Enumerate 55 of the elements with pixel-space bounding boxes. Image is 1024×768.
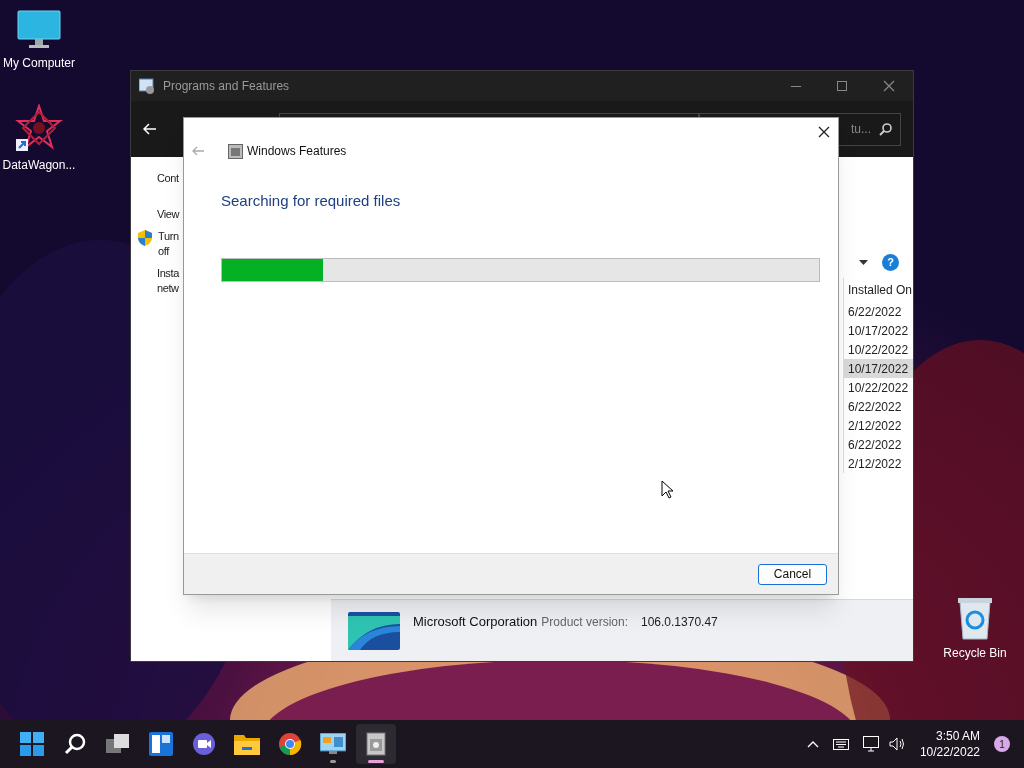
publisher-name: Microsoft Corporation bbox=[413, 613, 538, 631]
video-chat-icon bbox=[192, 732, 216, 756]
sidebar-link[interactable]: Turn off bbox=[158, 229, 184, 259]
app-logo-icon bbox=[348, 612, 400, 650]
desktop-icon-label[interactable]: DataWagon... bbox=[2, 156, 76, 174]
table-cell[interactable]: 2/12/2022 bbox=[844, 454, 913, 473]
folder-icon bbox=[234, 733, 260, 755]
close-icon[interactable] bbox=[818, 126, 830, 138]
network-icon[interactable] bbox=[862, 736, 881, 752]
table-cell[interactable]: 2/12/2022 bbox=[844, 416, 913, 435]
star-shortcut-icon bbox=[15, 104, 63, 152]
chevron-up-icon[interactable] bbox=[806, 740, 819, 748]
notification-badge[interactable]: 1 bbox=[994, 736, 1010, 752]
monitor-icon bbox=[17, 10, 61, 50]
table-cell[interactable]: 10/17/2022 bbox=[844, 359, 913, 378]
features-icon bbox=[228, 143, 243, 159]
table-cell[interactable]: 6/22/2022 bbox=[844, 435, 913, 454]
desktop-icon-label[interactable]: My Computer bbox=[3, 54, 75, 72]
table-cell[interactable]: 6/22/2022 bbox=[844, 397, 913, 416]
widgets-icon bbox=[149, 732, 173, 756]
table-cell[interactable]: 10/22/2022 bbox=[844, 340, 913, 359]
mouse-pointer-icon bbox=[661, 480, 674, 499]
cancel-button[interactable]: Cancel bbox=[758, 563, 827, 585]
clock[interactable]: 3:50 AM 10/22/2022 bbox=[919, 728, 980, 760]
clock-date: 10/22/2022 bbox=[919, 744, 980, 760]
sidebar-link[interactable]: Cont bbox=[157, 171, 183, 186]
recycle-bin-icon bbox=[956, 596, 994, 640]
shield-icon bbox=[138, 230, 152, 246]
dialog-title: Windows Features bbox=[247, 143, 347, 160]
table-cell[interactable]: 10/22/2022 bbox=[844, 378, 913, 397]
browser-icon bbox=[278, 732, 302, 756]
table-cell[interactable]: 6/22/2022 bbox=[844, 302, 913, 321]
keyboard-icon[interactable] bbox=[832, 738, 849, 750]
sidebar-link[interactable]: View bbox=[157, 207, 183, 222]
control-panel-icon bbox=[320, 733, 346, 755]
table-cell[interactable]: 10/17/2022 bbox=[844, 321, 913, 340]
window-title: Programs and Features bbox=[163, 78, 290, 95]
windows-logo-icon bbox=[20, 732, 44, 756]
sidebar-link[interactable]: Insta netw bbox=[157, 266, 183, 296]
programs-icon bbox=[139, 78, 155, 94]
search-placeholder: tu... bbox=[851, 121, 871, 138]
volume-icon[interactable] bbox=[888, 737, 906, 751]
search-icon bbox=[879, 122, 892, 136]
taskbar-button[interactable] bbox=[356, 724, 396, 764]
detail-value: 106.0.1370.47 bbox=[641, 614, 718, 631]
task-view-icon bbox=[106, 733, 130, 755]
column-header[interactable]: Installed On bbox=[844, 278, 913, 302]
search-icon bbox=[63, 732, 87, 756]
caret-icon[interactable] bbox=[859, 259, 868, 265]
installer-icon bbox=[365, 731, 387, 757]
desktop-icon-label[interactable]: Recycle Bin bbox=[943, 644, 1007, 662]
help-icon[interactable]: ? bbox=[882, 253, 899, 271]
dialog-heading: Searching for required files bbox=[221, 191, 402, 211]
clock-time: 3:50 AM bbox=[935, 728, 980, 744]
detail-label: Product version: bbox=[541, 614, 628, 631]
